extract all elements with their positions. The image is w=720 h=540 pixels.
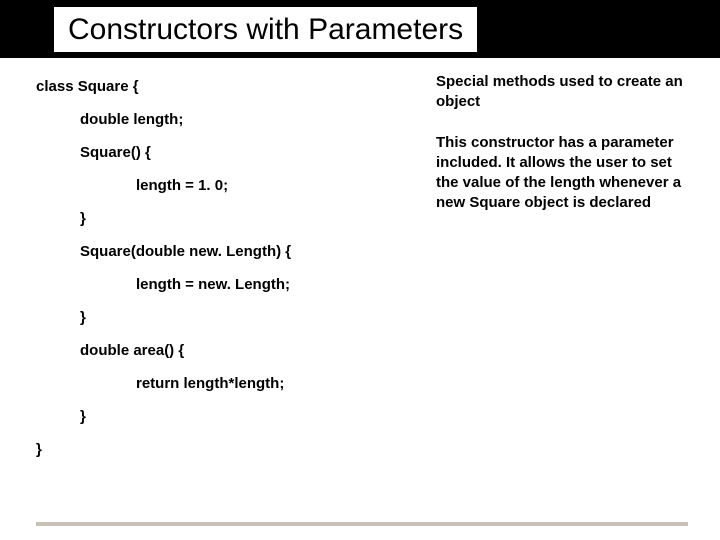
slide-title: Constructors with Parameters xyxy=(54,7,477,52)
code-column: class Square { double length; Square() {… xyxy=(36,70,396,466)
note-text: Special methods used to create an object xyxy=(436,72,696,113)
code-line: Square() { xyxy=(36,136,396,169)
code-line: } xyxy=(36,202,396,235)
code-line: class Square { xyxy=(36,70,396,103)
code-line: return length*length; xyxy=(36,367,396,400)
notes-column: Special methods used to create an object… xyxy=(436,70,696,466)
code-line: } xyxy=(36,433,396,466)
code-line: } xyxy=(36,301,396,334)
title-bar: Constructors with Parameters xyxy=(0,0,720,58)
content-area: class Square { double length; Square() {… xyxy=(0,58,720,466)
footer-divider xyxy=(36,522,688,526)
code-line: Square(double new. Length) { xyxy=(36,235,396,268)
code-line: length = new. Length; xyxy=(36,268,396,301)
code-line: double area() { xyxy=(36,334,396,367)
code-line: double length; xyxy=(36,103,396,136)
code-line: } xyxy=(36,400,396,433)
note-text: This constructor has a parameter include… xyxy=(436,133,696,214)
code-line: length = 1. 0; xyxy=(36,169,396,202)
